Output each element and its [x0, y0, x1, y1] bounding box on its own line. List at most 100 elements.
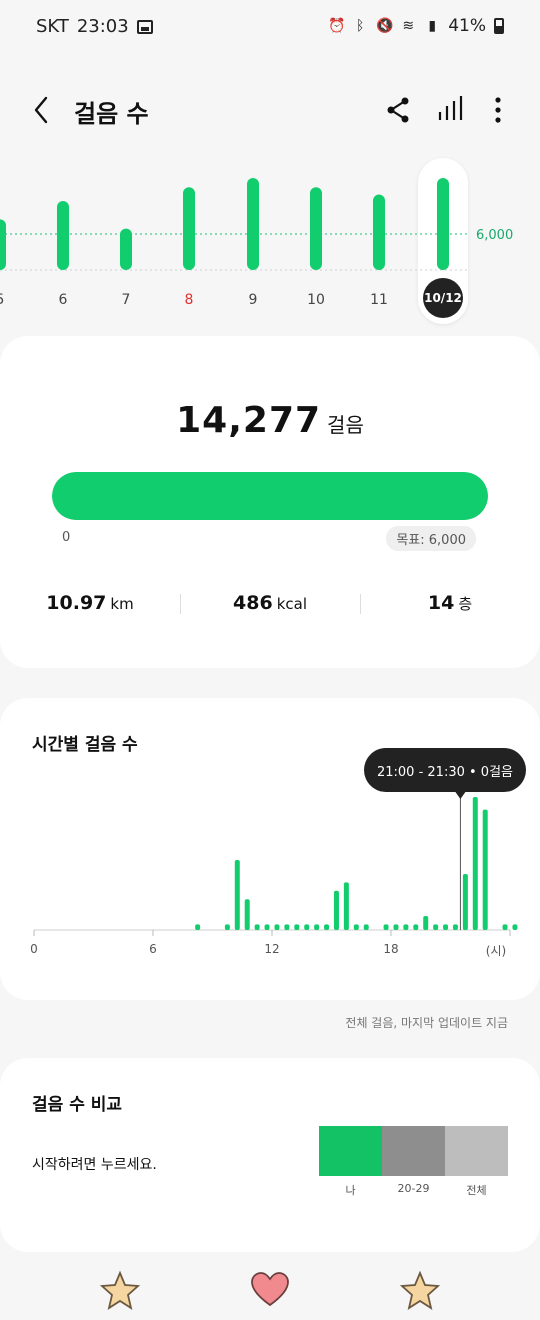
- heart-icon[interactable]: [250, 1270, 290, 1310]
- battery-icon: [494, 18, 504, 34]
- hour-bar: [512, 924, 518, 930]
- steps-unit: 걸음: [327, 413, 364, 437]
- hour-bar: [403, 924, 409, 930]
- hour-bar: [393, 924, 399, 930]
- compare-swatch-age: [382, 1126, 445, 1176]
- more-options-button[interactable]: [480, 92, 516, 128]
- steps-summary-card: 14,277 걸음 0 목표: 6,000 10.97 km 486 kcal 14 층: [0, 336, 540, 668]
- distance-unit: km: [110, 595, 134, 613]
- progress-start-label: 0: [62, 530, 71, 545]
- week-day-label[interactable]: 6: [59, 292, 68, 308]
- trends-button[interactable]: [432, 92, 468, 128]
- goal-badge: 목표: 6,000: [386, 526, 476, 551]
- week-bar: [310, 187, 322, 270]
- signal-icon: ▮: [428, 18, 437, 34]
- week-day-label[interactable]: 5: [0, 292, 4, 308]
- hour-bar: [452, 924, 458, 930]
- compare-swatch-me: [319, 1126, 382, 1176]
- hour-tick-label: 0: [30, 942, 38, 956]
- compare-label-age: 20-29: [397, 1182, 430, 1195]
- floors-stat: 14 층: [360, 592, 540, 614]
- week-day-label[interactable]: 10: [307, 292, 325, 308]
- hour-bar: [314, 924, 320, 930]
- compare-label-me: 나: [345, 1184, 356, 1197]
- distance-value: 10.97: [46, 592, 107, 614]
- week-bar: [437, 178, 449, 270]
- week-day-label[interactable]: 11: [370, 292, 388, 308]
- clock: 23:03: [76, 16, 129, 37]
- hour-bar: [304, 924, 310, 930]
- hour-bar: [195, 924, 201, 930]
- compare-title: 걸음 수 비교: [32, 1095, 123, 1115]
- hour-tick-label: 12: [264, 942, 280, 956]
- steps-total: 14,277 걸음: [0, 400, 540, 441]
- share-button[interactable]: [380, 92, 416, 128]
- compare-swatches: [319, 1126, 508, 1176]
- reaction-bar: [0, 1270, 540, 1314]
- app-bar: 걸음 수: [0, 80, 540, 140]
- hourly-steps-card[interactable]: 시간별 걸음 수 21:00 - 21:30 • 0걸음 0 6 12 18 (시): [0, 698, 540, 1000]
- status-bar: SKT 23:03 ⏰ ᛒ 🔇 ≋ ▮ 41%: [0, 0, 540, 56]
- week-day-label[interactable]: 9: [249, 292, 258, 308]
- update-footnote: 전체 걸음, 마지막 업데이트 지금: [345, 1016, 508, 1030]
- star-icon[interactable]: [100, 1270, 140, 1310]
- week-day-label[interactable]: 7: [122, 292, 131, 308]
- week-day-label[interactable]: 8: [185, 292, 194, 308]
- hour-bar: [264, 924, 270, 930]
- hour-bar: [254, 924, 260, 930]
- goal-line-label: 6,000: [476, 228, 514, 243]
- compare-swatch-all: [445, 1126, 508, 1176]
- hour-bar: [472, 797, 478, 930]
- week-bar: [247, 178, 259, 270]
- weekly-steps-chart[interactable]: 6,000 5 6 7 8 9 10 11 10/12: [0, 150, 540, 330]
- activity-stats: 10.97 km 486 kcal 14 층: [0, 592, 540, 614]
- hour-bar: [423, 916, 429, 930]
- hour-bar: [462, 874, 468, 930]
- hour-bar: [294, 924, 300, 930]
- battery-percent: 41%: [448, 16, 486, 36]
- page-title: 걸음 수: [74, 100, 149, 128]
- more-vertical-icon: [495, 97, 501, 123]
- distance-stat: 10.97 km: [0, 592, 180, 614]
- hour-axis-unit: (시): [485, 944, 507, 958]
- hour-bar: [224, 924, 230, 930]
- back-button[interactable]: [26, 92, 62, 128]
- hour-tick-label: 18: [383, 942, 399, 956]
- hour-tick-label: 6: [149, 942, 157, 956]
- week-bar: [57, 201, 69, 270]
- hour-bar: [274, 924, 280, 930]
- compare-hint: 시작하려면 누르세요.: [32, 1157, 157, 1173]
- hour-bar: [353, 924, 359, 930]
- goal-progress-fill: [52, 472, 488, 520]
- week-bar: [0, 219, 6, 270]
- wifi-icon: ≋: [402, 18, 415, 34]
- hour-bar: [502, 924, 508, 930]
- selected-date-badge[interactable]: 10/12: [423, 278, 463, 318]
- hour-bar: [324, 924, 330, 930]
- hourly-title: 시간별 걸음 수: [32, 735, 138, 755]
- hour-bar: [443, 924, 449, 930]
- floors-value: 14: [427, 592, 455, 614]
- hour-bar: [383, 924, 389, 930]
- alarm-icon: ⏰: [328, 18, 346, 34]
- hour-bar: [482, 809, 488, 930]
- carrier: SKT: [36, 16, 69, 37]
- hour-bar: [244, 899, 250, 930]
- hour-bar: [413, 924, 419, 930]
- hour-bar: [343, 882, 349, 930]
- tooltip-pointer: [455, 792, 466, 799]
- share-icon: [387, 97, 409, 123]
- week-bar: [120, 228, 132, 270]
- compare-card[interactable]: 걸음 수 비교 시작하려면 누르세요. 나 20-29 전체: [0, 1058, 540, 1252]
- calories-stat: 486 kcal: [180, 592, 360, 614]
- star-icon[interactable]: [400, 1270, 440, 1310]
- goal-progress-bar: [52, 472, 488, 520]
- hour-bar: [234, 860, 240, 930]
- hour-bar: [284, 924, 290, 930]
- calories-value: 486: [233, 592, 273, 614]
- chevron-left-icon: [34, 96, 48, 124]
- hour-bar: [333, 890, 339, 930]
- calories-unit: kcal: [276, 595, 307, 613]
- mute-icon: 🔇: [376, 18, 394, 34]
- gallery-notification-icon: [136, 19, 153, 34]
